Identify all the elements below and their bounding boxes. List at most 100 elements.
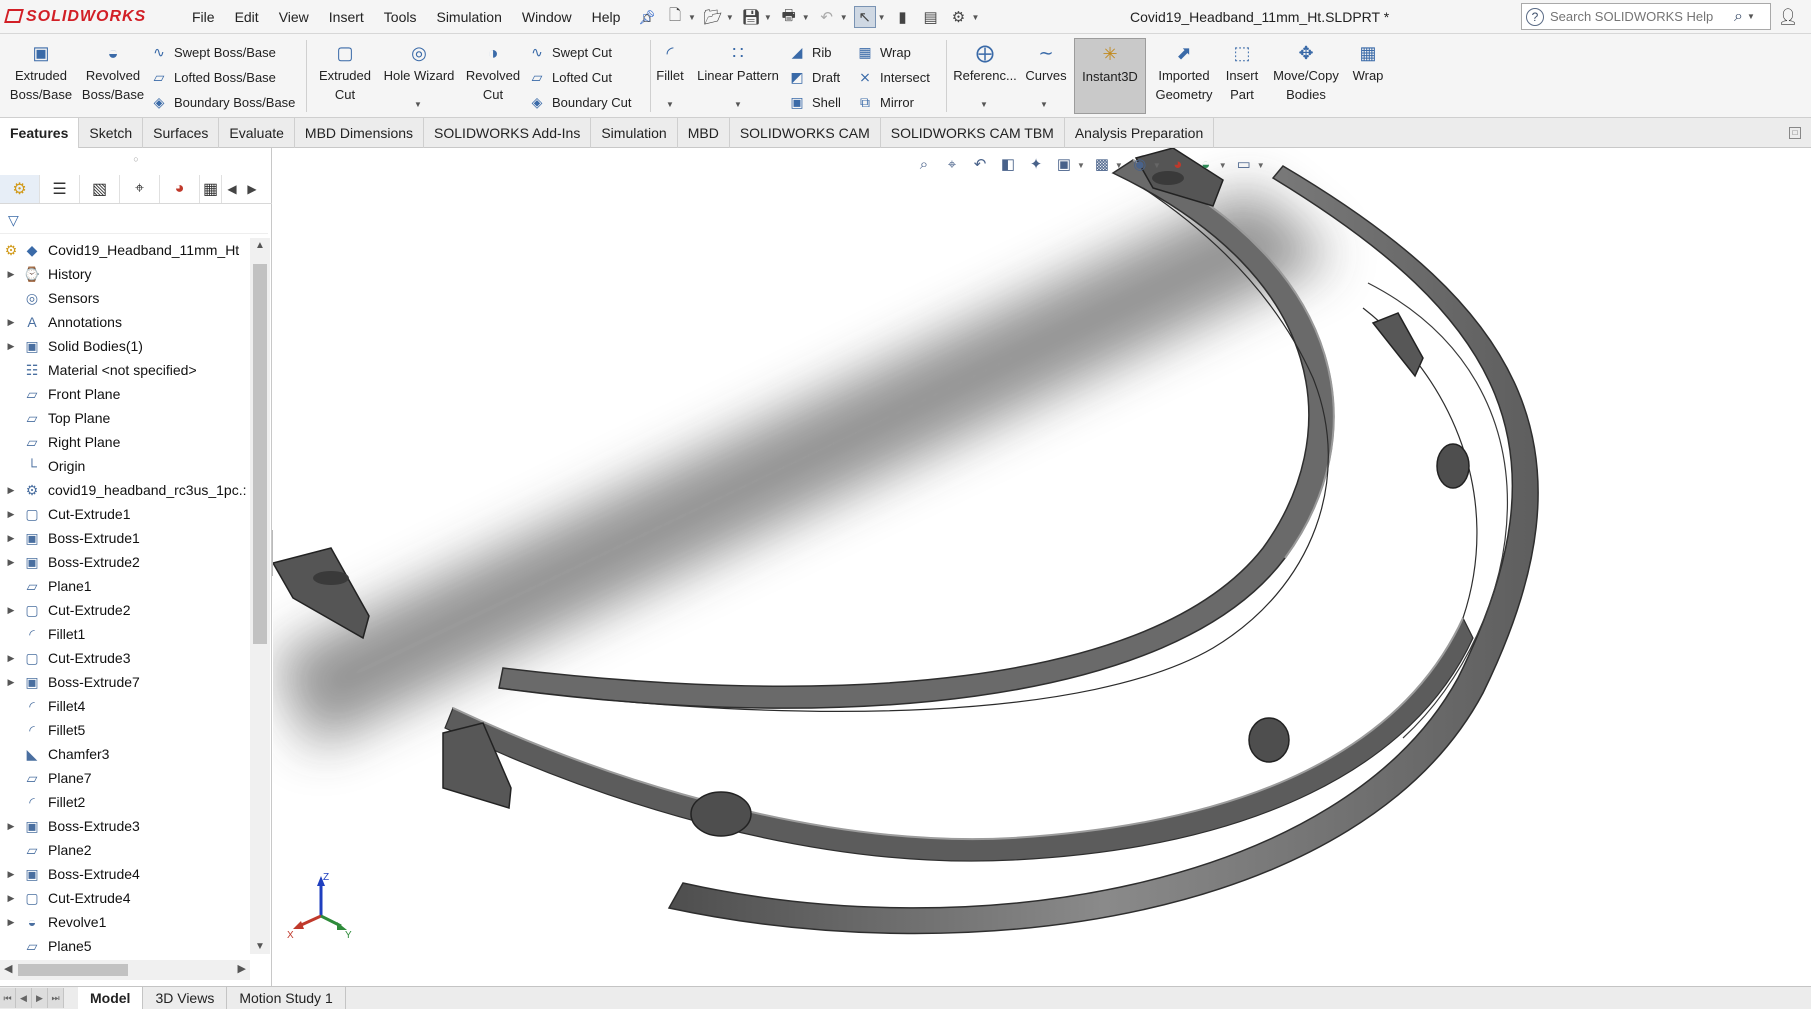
- chevron-right-icon[interactable]: ▶: [242, 175, 262, 203]
- chevron-down-icon[interactable]: ▼: [1219, 161, 1227, 170]
- tree-item[interactable]: └ Origin: [0, 454, 250, 478]
- home-icon[interactable]: ⌂: [636, 6, 658, 28]
- search-input[interactable]: [1550, 9, 1730, 24]
- chevron-down-icon[interactable]: ▼: [972, 13, 980, 22]
- user-icon[interactable]: 👤︎: [1778, 7, 1798, 27]
- move-copy-bodies-button[interactable]: ✥ Move/Copy Bodies: [1266, 42, 1346, 104]
- chevron-down-icon[interactable]: ▼: [802, 13, 810, 22]
- next-tab-icon[interactable]: ▶: [32, 988, 48, 1008]
- chevron-down-icon[interactable]: ▼: [414, 100, 422, 109]
- hide-show-items-icon[interactable]: ◉: [1129, 154, 1151, 176]
- prev-tab-icon[interactable]: ◀: [16, 988, 32, 1008]
- tab-3d-views[interactable]: 3D Views: [143, 986, 228, 1009]
- expand-arrow-icon[interactable]: ▶: [0, 893, 22, 904]
- new-document-icon[interactable]: 🗋︎: [664, 6, 686, 28]
- tree-horizontal-scrollbar[interactable]: ◀ ▶: [0, 960, 250, 980]
- edit-appearance-icon[interactable]: ◕: [1167, 154, 1189, 176]
- scroll-right-icon[interactable]: ▶: [238, 962, 246, 975]
- tab-motion-study-1[interactable]: Motion Study 1: [227, 986, 346, 1009]
- panel-grip[interactable]: ○: [0, 148, 272, 170]
- menu-file[interactable]: File: [182, 9, 225, 25]
- tab-analysis-preparation[interactable]: Analysis Preparation: [1065, 118, 1215, 148]
- last-tab-icon[interactable]: ⏭: [48, 988, 64, 1008]
- chevron-down-icon[interactable]: ▼: [1077, 161, 1085, 170]
- chevron-down-icon[interactable]: ▼: [1040, 100, 1048, 109]
- reference-geometry-button[interactable]: ⨁ Referenc...: [950, 42, 1020, 85]
- swept-boss-button[interactable]: ∿ Swept Boss/Base: [150, 40, 276, 64]
- shell-button[interactable]: ▣ Shell: [788, 90, 841, 114]
- menu-view[interactable]: View: [269, 9, 319, 25]
- collapse-ribbon-icon[interactable]: □: [1789, 127, 1801, 139]
- expand-arrow-icon[interactable]: ▶: [0, 869, 22, 880]
- previous-view-icon[interactable]: ↶: [969, 154, 991, 176]
- open-folder-icon[interactable]: 📂︎: [702, 6, 724, 28]
- lofted-boss-button[interactable]: ▱ Lofted Boss/Base: [150, 65, 276, 89]
- axis-triad[interactable]: Z X Y: [287, 872, 357, 942]
- tree-item[interactable]: ☷ Material <not specified>: [0, 358, 250, 382]
- tree-item[interactable]: ▶ ▣ Boss-Extrude1: [0, 526, 250, 550]
- dynamic-annotation-icon[interactable]: ✦: [1025, 154, 1047, 176]
- chevron-down-icon[interactable]: ▼: [980, 100, 988, 109]
- tree-item[interactable]: ▱ Right Plane: [0, 430, 250, 454]
- tab-mbd[interactable]: MBD: [678, 118, 730, 148]
- tree-item[interactable]: ▶ ▣ Boss-Extrude2: [0, 550, 250, 574]
- expand-arrow-icon[interactable]: ▶: [0, 677, 22, 688]
- expand-arrow-icon[interactable]: ▶: [0, 605, 22, 616]
- tree-item[interactable]: ▶ ▣ Boss-Extrude3: [0, 814, 250, 838]
- menu-edit[interactable]: Edit: [225, 9, 269, 25]
- dimxpert-manager-tab-icon[interactable]: ⌖: [120, 174, 160, 203]
- scroll-up-icon[interactable]: ▲: [250, 240, 270, 251]
- chevron-down-icon[interactable]: ▼: [878, 13, 886, 22]
- view-orientation-icon[interactable]: ▣: [1053, 154, 1075, 176]
- revolved-cut-button[interactable]: ◑ Revolved Cut: [458, 42, 528, 104]
- menu-tools[interactable]: Tools: [374, 9, 427, 25]
- draft-button[interactable]: ◩ Draft: [788, 65, 840, 89]
- expand-arrow-icon[interactable]: ▶: [0, 269, 22, 280]
- tree-item[interactable]: ▱ Plane1: [0, 574, 250, 598]
- scroll-left-icon[interactable]: ◀: [4, 962, 12, 975]
- expand-arrow-icon[interactable]: ▶: [0, 533, 22, 544]
- tree-root[interactable]: ⚙ ◆ Covid19_Headband_11mm_Ht: [0, 238, 250, 262]
- curves-button[interactable]: ∼ Curves: [1022, 42, 1070, 85]
- display-manager-tab-icon[interactable]: ◕: [160, 174, 200, 203]
- expand-arrow-icon[interactable]: ▶: [0, 341, 22, 352]
- tree-item[interactable]: ▶ ⌚ History: [0, 262, 250, 286]
- mirror-button[interactable]: ⧉ Mirror: [856, 90, 914, 114]
- feature-manager-tab-icon[interactable]: ⚙: [0, 174, 40, 203]
- extruded-cut-button[interactable]: ▢ Extruded Cut: [310, 42, 380, 104]
- tree-item[interactable]: ▶ ⚙ covid19_headband_rc3us_1pc.:: [0, 478, 250, 502]
- tree-item[interactable]: ◜ Fillet1: [0, 622, 250, 646]
- menu-simulation[interactable]: Simulation: [426, 9, 511, 25]
- wrap-button[interactable]: ▦ Wrap: [856, 40, 910, 64]
- print-icon[interactable]: 🖶︎: [778, 6, 800, 28]
- expand-arrow-icon[interactable]: ▶: [0, 485, 22, 496]
- filter-icon[interactable]: ▽: [8, 212, 19, 229]
- select-pointer-icon[interactable]: ↖: [853, 6, 876, 28]
- menu-help[interactable]: Help: [582, 9, 631, 25]
- tree-item[interactable]: ▶ ▢ Cut-Extrude4: [0, 886, 250, 910]
- chevron-down-icon[interactable]: ▼: [764, 13, 772, 22]
- tree-item[interactable]: ▶ ▢ Cut-Extrude2: [0, 598, 250, 622]
- expand-arrow-icon[interactable]: ▶: [0, 653, 22, 664]
- tree-item[interactable]: ▶ ▣ Solid Bodies(1): [0, 334, 250, 358]
- undo-icon[interactable]: ↶: [816, 6, 838, 28]
- tree-item[interactable]: ▱ Plane2: [0, 838, 250, 862]
- file-properties-icon[interactable]: ▤: [920, 6, 942, 28]
- chevron-down-icon[interactable]: ▼: [726, 13, 734, 22]
- fillet-button[interactable]: ◜ Fillet: [652, 42, 688, 85]
- tree-item[interactable]: ▱ Top Plane: [0, 406, 250, 430]
- expand-arrow-icon[interactable]: ▶: [0, 821, 22, 832]
- imported-geometry-button[interactable]: ⬈ Imported Geometry: [1150, 42, 1218, 104]
- tab-solidworks-addins[interactable]: SOLIDWORKS Add-Ins: [424, 118, 592, 148]
- chevron-down-icon[interactable]: ▼: [1747, 12, 1755, 21]
- tab-features[interactable]: Features: [0, 118, 80, 148]
- tab-sketch[interactable]: Sketch: [79, 118, 144, 148]
- tree-vertical-scrollbar[interactable]: ▲ ▼: [250, 238, 270, 954]
- chevron-down-icon[interactable]: ▼: [688, 13, 696, 22]
- chevron-down-icon[interactable]: ▼: [840, 13, 848, 22]
- intersect-button[interactable]: ⨯ Intersect: [856, 65, 930, 89]
- tab-mbd-dimensions[interactable]: MBD Dimensions: [295, 118, 425, 148]
- zoom-to-area-icon[interactable]: ⌖: [941, 154, 963, 176]
- tree-item[interactable]: ▱ Front Plane: [0, 382, 250, 406]
- tab-solidworks-cam-tbm[interactable]: SOLIDWORKS CAM TBM: [881, 118, 1065, 148]
